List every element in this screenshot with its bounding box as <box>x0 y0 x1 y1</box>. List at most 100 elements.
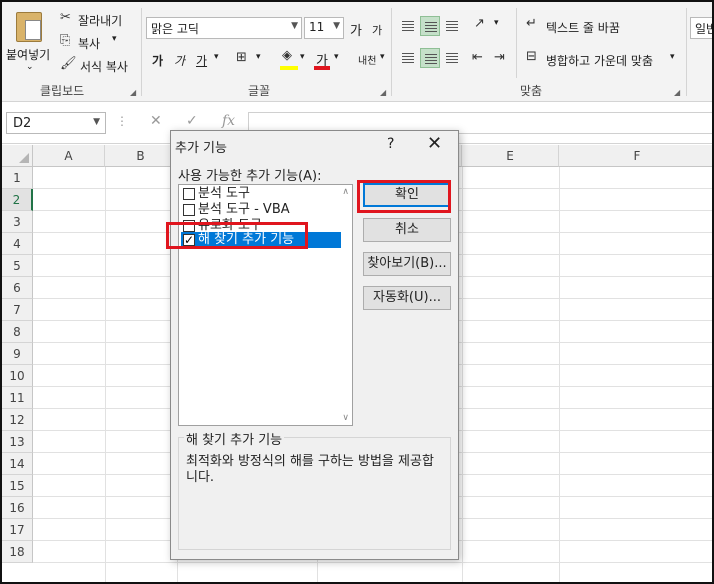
wrap-text-icon[interactable]: ↵ <box>526 16 537 31</box>
align-top-button[interactable] <box>398 16 418 36</box>
fill-color-icon[interactable]: ◈ <box>282 48 292 63</box>
shrink-font-button[interactable]: 가 <box>372 22 382 38</box>
row-header[interactable]: 17 <box>2 519 33 541</box>
description-text: 최적화와 방정식의 해를 구하는 방법을 제공합니다. <box>186 454 434 485</box>
bold-button[interactable]: 가 <box>152 52 163 69</box>
copy-icon[interactable]: ⎘ <box>60 33 70 48</box>
cancel-button[interactable]: 취소 <box>363 218 451 242</box>
row-header[interactable]: 1 <box>2 167 33 189</box>
number-format-combo[interactable]: 일반 <box>690 17 712 39</box>
row-header[interactable]: 4 <box>2 233 33 255</box>
borders-dropdown-icon[interactable]: ▾ <box>256 52 261 62</box>
row-header[interactable]: 16 <box>2 497 33 519</box>
scroll-down-icon[interactable]: ∨ <box>342 413 349 423</box>
paste-icon[interactable] <box>16 12 42 42</box>
row-header[interactable]: 14 <box>2 453 33 475</box>
underline-dropdown-icon[interactable]: ▾ <box>214 52 219 62</box>
grow-font-button[interactable]: 가 <box>350 20 362 39</box>
browse-button[interactable]: 찾아보기(B)... <box>363 252 451 276</box>
chevron-down-icon: ▼ <box>291 21 298 31</box>
checkbox[interactable] <box>183 188 195 200</box>
row-header[interactable]: 3 <box>2 211 33 233</box>
align-right-button[interactable] <box>442 48 462 68</box>
insert-function-icon[interactable]: fx <box>222 113 235 129</box>
enter-entry-icon[interactable]: ✓ <box>186 113 198 129</box>
alignment-launcher-icon[interactable]: ◢ <box>674 88 680 97</box>
font-launcher-icon[interactable]: ◢ <box>380 88 386 97</box>
phonetic-button[interactable]: 내천 <box>358 52 376 67</box>
name-box-value: D2 <box>13 116 32 131</box>
row-header[interactable]: 5 <box>2 255 33 277</box>
merge-icon[interactable]: ⊟ <box>526 49 537 64</box>
font-name-combo[interactable]: 맑은 고딕 ▼ <box>146 17 302 39</box>
row-header[interactable]: 7 <box>2 299 33 321</box>
underline-button[interactable]: 가 <box>196 52 207 69</box>
font-color-swatch <box>314 66 330 70</box>
copy-dropdown-icon[interactable]: ▾ <box>112 34 117 44</box>
merge-center-button[interactable]: 병합하고 가운데 맞춤 <box>546 52 653 69</box>
increase-indent-icon[interactable]: ⇥ <box>494 50 505 65</box>
format-painter-icon[interactable]: 🖌 <box>60 56 77 71</box>
align-center-button[interactable] <box>420 48 440 68</box>
scissors-icon[interactable]: ✂ <box>60 10 71 25</box>
font-color-dropdown-icon[interactable]: ▾ <box>334 52 339 62</box>
list-item[interactable]: 분석 도구 <box>181 186 341 202</box>
wrap-text-button[interactable]: 텍스트 줄 바꿈 <box>546 19 620 36</box>
font-size-value: 11 <box>309 20 325 34</box>
align-bottom-button[interactable] <box>442 16 462 36</box>
orientation-dropdown-icon[interactable]: ▾ <box>494 18 499 28</box>
row-header[interactable]: 18 <box>2 541 33 563</box>
help-icon[interactable]: ? <box>387 136 394 152</box>
row-header[interactable]: 2 <box>2 189 33 211</box>
row-header[interactable]: 11 <box>2 387 33 409</box>
list-item-label: 분석 도구 - VBA <box>198 202 290 217</box>
row-header[interactable]: 15 <box>2 475 33 497</box>
cut-button[interactable]: 잘라내기 <box>78 12 122 29</box>
font-group-label: 글꼴 <box>248 84 271 98</box>
align-middle-button[interactable] <box>420 16 440 36</box>
scroll-up-icon[interactable]: ∧ <box>342 187 349 197</box>
paste-dropdown-icon[interactable]: ⌄ <box>26 62 34 72</box>
dialog-title: 추가 기능 <box>175 141 227 156</box>
row-header[interactable]: 10 <box>2 365 33 387</box>
borders-icon[interactable]: ⊞ <box>236 50 247 65</box>
automation-button[interactable]: 자동화(U)... <box>363 286 451 310</box>
phonetic-dropdown-icon[interactable]: ▾ <box>380 52 385 62</box>
copy-button[interactable]: 복사 <box>78 35 100 52</box>
row-header[interactable]: 9 <box>2 343 33 365</box>
decrease-indent-icon[interactable]: ⇤ <box>472 50 483 65</box>
more-icon: ⋮ <box>116 114 128 128</box>
column-header-e[interactable]: E <box>462 145 559 167</box>
orientation-icon[interactable]: ↗ <box>474 16 485 31</box>
ribbon: 붙여넣기 ⌄ ✂ 잘라내기 ⎘ 복사 ▾ 🖌 서식 복사 클립보드 ◢ 맑은 고… <box>2 2 712 102</box>
close-icon[interactable]: ✕ <box>427 133 442 154</box>
divider <box>516 8 517 78</box>
clipboard-launcher-icon[interactable]: ◢ <box>130 88 136 97</box>
row-header[interactable]: 12 <box>2 409 33 431</box>
divider <box>141 8 142 96</box>
italic-button[interactable]: 가 <box>174 52 185 69</box>
add-ins-listbox[interactable]: 분석 도구 분석 도구 - VBA 유로화 도구 해 찾기 추가 기능 ∧ ∨ <box>178 184 353 426</box>
paste-button[interactable]: 붙여넣기 <box>6 46 50 63</box>
row-header[interactable]: 8 <box>2 321 33 343</box>
chevron-down-icon: ▼ <box>93 117 100 127</box>
name-box[interactable]: D2 ▼ <box>6 112 106 134</box>
align-left-button[interactable] <box>398 48 418 68</box>
cancel-entry-icon[interactable]: ✕ <box>150 113 162 129</box>
checkbox[interactable] <box>183 204 195 216</box>
column-header-f[interactable]: F <box>559 145 712 167</box>
column-header-b[interactable]: B <box>105 145 177 167</box>
row-header[interactable]: 6 <box>2 277 33 299</box>
font-size-combo[interactable]: 11 ▼ <box>304 17 344 39</box>
row-header[interactable]: 13 <box>2 431 33 453</box>
fill-dropdown-icon[interactable]: ▾ <box>300 52 305 62</box>
excel-window: 붙여넣기 ⌄ ✂ 잘라내기 ⎘ 복사 ▾ 🖌 서식 복사 클립보드 ◢ 맑은 고… <box>0 0 714 584</box>
column-header-a[interactable]: A <box>33 145 105 167</box>
format-painter-button[interactable]: 서식 복사 <box>80 58 128 75</box>
solver-highlight-box <box>166 222 308 249</box>
list-item[interactable]: 분석 도구 - VBA <box>181 202 341 218</box>
font-name-value: 맑은 고딕 <box>151 22 199 36</box>
fill-color-swatch <box>280 66 298 70</box>
merge-dropdown-icon[interactable]: ▾ <box>670 52 675 62</box>
select-all-button[interactable] <box>2 145 33 167</box>
